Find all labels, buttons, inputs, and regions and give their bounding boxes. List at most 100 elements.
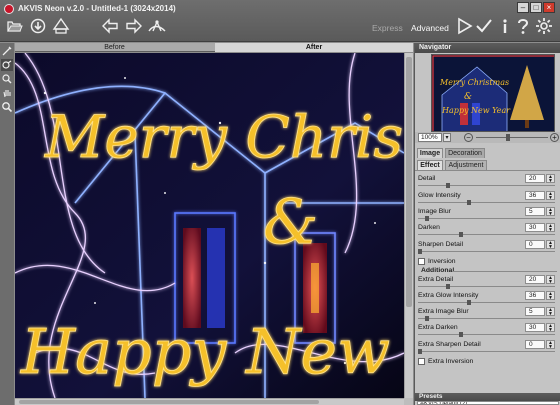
title-bar: AKVIS Neon v.2.0 - Untitled-1 (3024x2014… [0,0,560,42]
param-extra-glow-intensity-label: Extra Glow Intensity [418,292,479,299]
param-sharpen-detail-value[interactable]: 0 [525,240,545,249]
param-darken-value[interactable]: 30 [525,223,545,232]
magnifier-icon[interactable] [1,101,13,113]
param-darken-spinner[interactable]: ▲ ▼ [546,223,555,233]
preferences-icon[interactable] [534,16,554,36]
param-extra-glow-intensity-spinner[interactable]: ▲ ▼ [546,291,555,301]
save-icon[interactable] [28,16,48,36]
param-image-blur: Image Blur 5 ▲ ▼ [415,207,560,223]
param-extra-sharpen-detail-slider[interactable] [418,349,555,354]
param-extra-darken-value[interactable]: 30 [525,323,545,332]
open-icon[interactable] [4,16,24,36]
navigator-zoom-bar: 100% ▾ − + [415,132,560,143]
mode-express-tab[interactable]: Express [372,23,403,33]
param-extra-detail-spinner[interactable]: ▲ ▼ [546,275,555,285]
param-image-blur-slider[interactable] [418,216,555,221]
param-extra-darken-slider[interactable] [418,332,555,337]
param-extra-sharpen-detail-value[interactable]: 0 [525,340,545,349]
param-image-blur-spinner[interactable]: ▲ ▼ [546,207,555,217]
param-glow-intensity-label: Glow Intensity [418,192,461,199]
tab-adjustment[interactable]: Adjustment [445,160,487,170]
zoom-slider-thumb[interactable] [506,134,510,141]
horizontal-scrollbar[interactable] [15,398,404,405]
param-detail-label: Detail [418,175,436,182]
run-icon[interactable] [454,16,474,36]
tab-after[interactable]: After [215,43,413,52]
redo-icon[interactable] [124,16,144,36]
minimize-button[interactable]: – [517,2,529,13]
param-image-blur-label: Image Blur [418,208,451,215]
param-extra-sharpen-detail-spinner[interactable]: ▲ ▼ [546,340,555,350]
maximize-button[interactable]: □ [530,2,542,13]
tab-before[interactable]: Before [15,43,214,52]
zoom-level-field[interactable]: 100% [418,133,442,142]
presets-dropdown[interactable]: AKVIS Default (2) [417,401,559,405]
param-extra-sharpen-detail-label: Extra Sharpen Detail [418,341,481,348]
param-extra-image-blur-value[interactable]: 5 [525,307,545,316]
param-extra-glow-intensity-slider[interactable] [418,300,555,305]
navigator-preview[interactable]: Merry Christmas & Happy New Year [431,54,555,132]
canvas-text-line3: Happy New [20,315,390,388]
image-canvas[interactable]: Merry Chris & Happy New [15,53,404,398]
param-glow-intensity-spinner[interactable]: ▲ ▼ [546,191,555,201]
vertical-scrollbar[interactable] [404,53,413,398]
preview-line3: Happy New Year [441,106,511,115]
param-extra-darken-spinner[interactable]: ▲ ▼ [546,323,555,333]
presets-header: Presets [415,393,560,401]
tool-strip [0,43,14,405]
zoom-dropdown-icon[interactable]: ▾ [443,133,451,142]
horizontal-scroll-thumb[interactable] [19,400,319,404]
undo-icon[interactable] [100,16,120,36]
window-blue-glow [207,228,225,328]
apply-icon[interactable] [474,16,494,36]
param-detail-spinner[interactable]: ▲ ▼ [546,174,555,184]
param-extra-image-blur: Extra Image Blur 5 ▲ ▼ [415,307,560,323]
brush-icon[interactable] [1,45,13,57]
param-sharpen-detail-spinner[interactable]: ▲ ▼ [546,240,555,250]
param-extra-detail-label: Extra Detail [418,276,454,283]
param-extra-glow-intensity: Extra Glow Intensity 36 ▲ ▼ [415,291,560,307]
param-extra-detail-value[interactable]: 20 [525,275,545,284]
info-icon[interactable] [495,16,515,36]
param-darken-slider[interactable] [418,232,555,237]
zoom-in-button[interactable]: + [550,133,559,142]
print-icon[interactable] [51,16,71,36]
param-extra-glow-intensity-value[interactable]: 36 [525,291,545,300]
param-extra-detail-slider[interactable] [418,284,555,289]
navigator-header: Navigator [415,43,560,53]
inversion-label: Inversion [428,258,456,265]
param-image-blur-value[interactable]: 5 [525,207,545,216]
vertical-scroll-thumb[interactable] [406,57,412,307]
akvis-logo-icon [4,4,14,14]
view-tab-strip: Before After [15,43,413,52]
preview-line2: & [464,92,472,102]
zoom-icon[interactable] [1,73,13,85]
help-icon[interactable] [513,16,533,36]
param-detail-value[interactable]: 20 [525,174,545,183]
param-extra-darken-label: Extra Darken [418,324,458,331]
tab-effect[interactable]: Effect [417,160,443,170]
inversion-checkbox[interactable] [418,258,425,265]
zoom-slider[interactable] [476,134,548,141]
app-window: AKVIS Neon v.2.0 - Untitled-1 (3024x2014… [0,0,560,405]
zoom-out-button[interactable]: − [464,133,473,142]
settings-icon[interactable] [147,16,167,36]
param-detail-slider[interactable] [418,183,555,188]
param-darken: Darken 30 ▲ ▼ [415,223,560,239]
param-glow-intensity-slider[interactable] [418,200,555,205]
close-button[interactable]: × [543,2,555,13]
eraser-icon[interactable] [1,59,13,71]
param-extra-image-blur-spinner[interactable]: ▲ ▼ [546,307,555,317]
param-extra-darken: Extra Darken 30 ▲ ▼ [415,323,560,339]
mode-advanced-tab[interactable]: Advanced [411,23,449,33]
settings-panel: Navigator Merry Christmas & Happy New Ye… [414,43,560,405]
tab-image[interactable]: Image [417,148,443,158]
hand-icon[interactable] [1,87,13,99]
tab-decoration[interactable]: Decoration [445,148,485,158]
param-sharpen-detail-label: Sharpen Detail [418,241,463,248]
param-extra-image-blur-slider[interactable] [418,316,555,321]
param-darken-label: Darken [418,224,440,231]
param-sharpen-detail-slider[interactable] [418,249,555,254]
extra-inversion-checkbox[interactable] [418,358,425,365]
param-glow-intensity-value[interactable]: 36 [525,191,545,200]
